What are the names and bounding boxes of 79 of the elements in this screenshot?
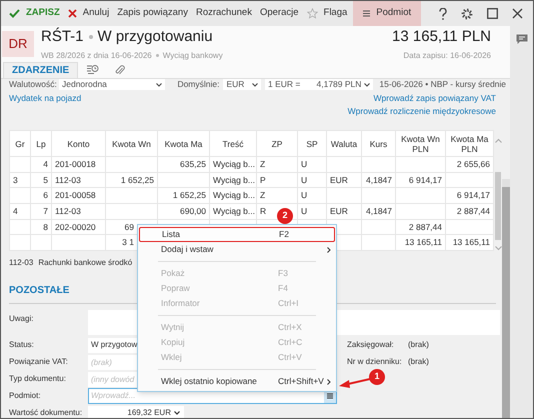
menu-item: Popraw F4 bbox=[139, 281, 335, 296]
field-label: Powiązanie VAT: bbox=[9, 356, 69, 368]
table-cell: 8 bbox=[43, 222, 48, 232]
table-cell: 4,1847 bbox=[366, 174, 392, 185]
shortcut-text: F3 bbox=[278, 267, 289, 280]
table-cell: 690,00 bbox=[180, 206, 206, 216]
table-cell: 202-00020 bbox=[55, 222, 96, 232]
table-cell: 3 bbox=[13, 174, 18, 185]
table-cell: Z bbox=[260, 190, 266, 200]
menu-item: Wklej Ctrl+V bbox=[139, 350, 335, 365]
field-label: Walutowość: bbox=[9, 78, 55, 90]
table-cell: 635,25 bbox=[180, 158, 206, 169]
table-cell: 2 887,44 bbox=[456, 206, 490, 216]
table-cell: R bbox=[260, 206, 266, 216]
table-cell: 4 bbox=[43, 158, 48, 169]
field-label: Wartość dokumentu: bbox=[9, 407, 84, 418]
table-cell: Z bbox=[260, 158, 266, 169]
table-cell: Wyciąg b... bbox=[213, 158, 255, 169]
table-cell: 201-00058 bbox=[55, 190, 96, 200]
total-cell: 13 165,11 bbox=[452, 237, 490, 248]
shortcut-text: Ctrl+Shift+V bbox=[278, 375, 325, 388]
table-cell: 4 bbox=[13, 206, 18, 216]
table-cell: EUR bbox=[330, 174, 348, 185]
field-value: (brak) bbox=[408, 339, 429, 351]
shortcut-text: F4 bbox=[278, 282, 289, 295]
table-cell: 7 bbox=[43, 206, 48, 216]
table-cell: 6 914,17 bbox=[456, 190, 490, 200]
table-cell: U bbox=[301, 190, 308, 200]
table-cell: U bbox=[301, 174, 308, 185]
document-reference: WB 28/2026 z dnia 16-06-2026 bbox=[41, 50, 152, 62]
field-label: Status: bbox=[9, 339, 35, 351]
shortcut-text: F2 bbox=[279, 228, 290, 241]
table-cell: U bbox=[301, 158, 308, 169]
shortcut-text: Ctrl+C bbox=[278, 336, 304, 349]
field-label: Uwagi: bbox=[9, 313, 34, 325]
entry-date: Data zapisu: 16-06-2026 bbox=[403, 50, 491, 62]
table-cell: U bbox=[301, 206, 308, 216]
document-type-badge: DR bbox=[2, 30, 34, 57]
account-code: 112-03 bbox=[9, 257, 34, 269]
table-cell: 6 914,17 bbox=[408, 174, 442, 185]
shortcut-text: Ctrl+X bbox=[278, 321, 303, 334]
rate-source: 15-06-2026 • NBP - kursy średnie bbox=[379, 78, 506, 90]
document-number: RŚT-1 bbox=[41, 26, 84, 47]
shortcut-text: Ctrl+V bbox=[278, 351, 303, 364]
menu-item: Wytnij Ctrl+X bbox=[139, 320, 335, 335]
table-cell: 1 652,25 bbox=[172, 190, 206, 200]
table-cell: 112-03 bbox=[55, 206, 81, 216]
table-cell: Wyciąg b... bbox=[213, 174, 255, 185]
table-cell: 112-03 bbox=[55, 174, 81, 185]
table-cell: 6 bbox=[43, 190, 48, 200]
document-type: Wyciąg bankowy bbox=[162, 50, 223, 62]
field-label: Podmiot: bbox=[9, 390, 42, 402]
table-cell: 69 bbox=[124, 222, 134, 232]
document-status: W przygotowaniu bbox=[98, 27, 213, 47]
field-label: Typ dokumentu: bbox=[9, 373, 67, 385]
field-label: Domyślnie: bbox=[177, 78, 220, 90]
field-label: Nr w dzienniku: bbox=[347, 356, 403, 368]
menu-item: Kopiuj Ctrl+C bbox=[139, 335, 335, 350]
callout-badge: 1 bbox=[369, 369, 385, 385]
total-cell: 3 1 bbox=[122, 237, 134, 248]
document-amount: 13 165,11 PLN bbox=[392, 27, 491, 47]
table-cell: Wyciąg b... bbox=[213, 206, 255, 216]
table-cell: EUR bbox=[330, 206, 348, 216]
account-name: Rachunki bankowe środkó bbox=[38, 257, 132, 269]
table-cell: P bbox=[260, 174, 266, 185]
table-cell: 4,1847 bbox=[366, 206, 392, 216]
menu-item: Informator Ctrl+I bbox=[139, 296, 335, 311]
field-value: (brak) bbox=[408, 356, 429, 368]
section-title: POZOSTAŁE bbox=[9, 285, 70, 296]
menu-item: Pokaż F3 bbox=[139, 266, 335, 281]
table-cell: Wyciąg b... bbox=[213, 190, 255, 200]
total-cell: 13 165,11 bbox=[404, 237, 442, 248]
table-cell: 2 655,66 bbox=[456, 158, 490, 169]
table-cell: 2 887,44 bbox=[408, 222, 442, 232]
table-cell: 201-00018 bbox=[55, 158, 96, 169]
shortcut-text: Ctrl+I bbox=[278, 297, 300, 310]
field-label: Zaksięgował: bbox=[347, 339, 395, 351]
table-cell: 5 bbox=[43, 174, 48, 185]
table-cell: 1 652,25 bbox=[120, 174, 154, 185]
